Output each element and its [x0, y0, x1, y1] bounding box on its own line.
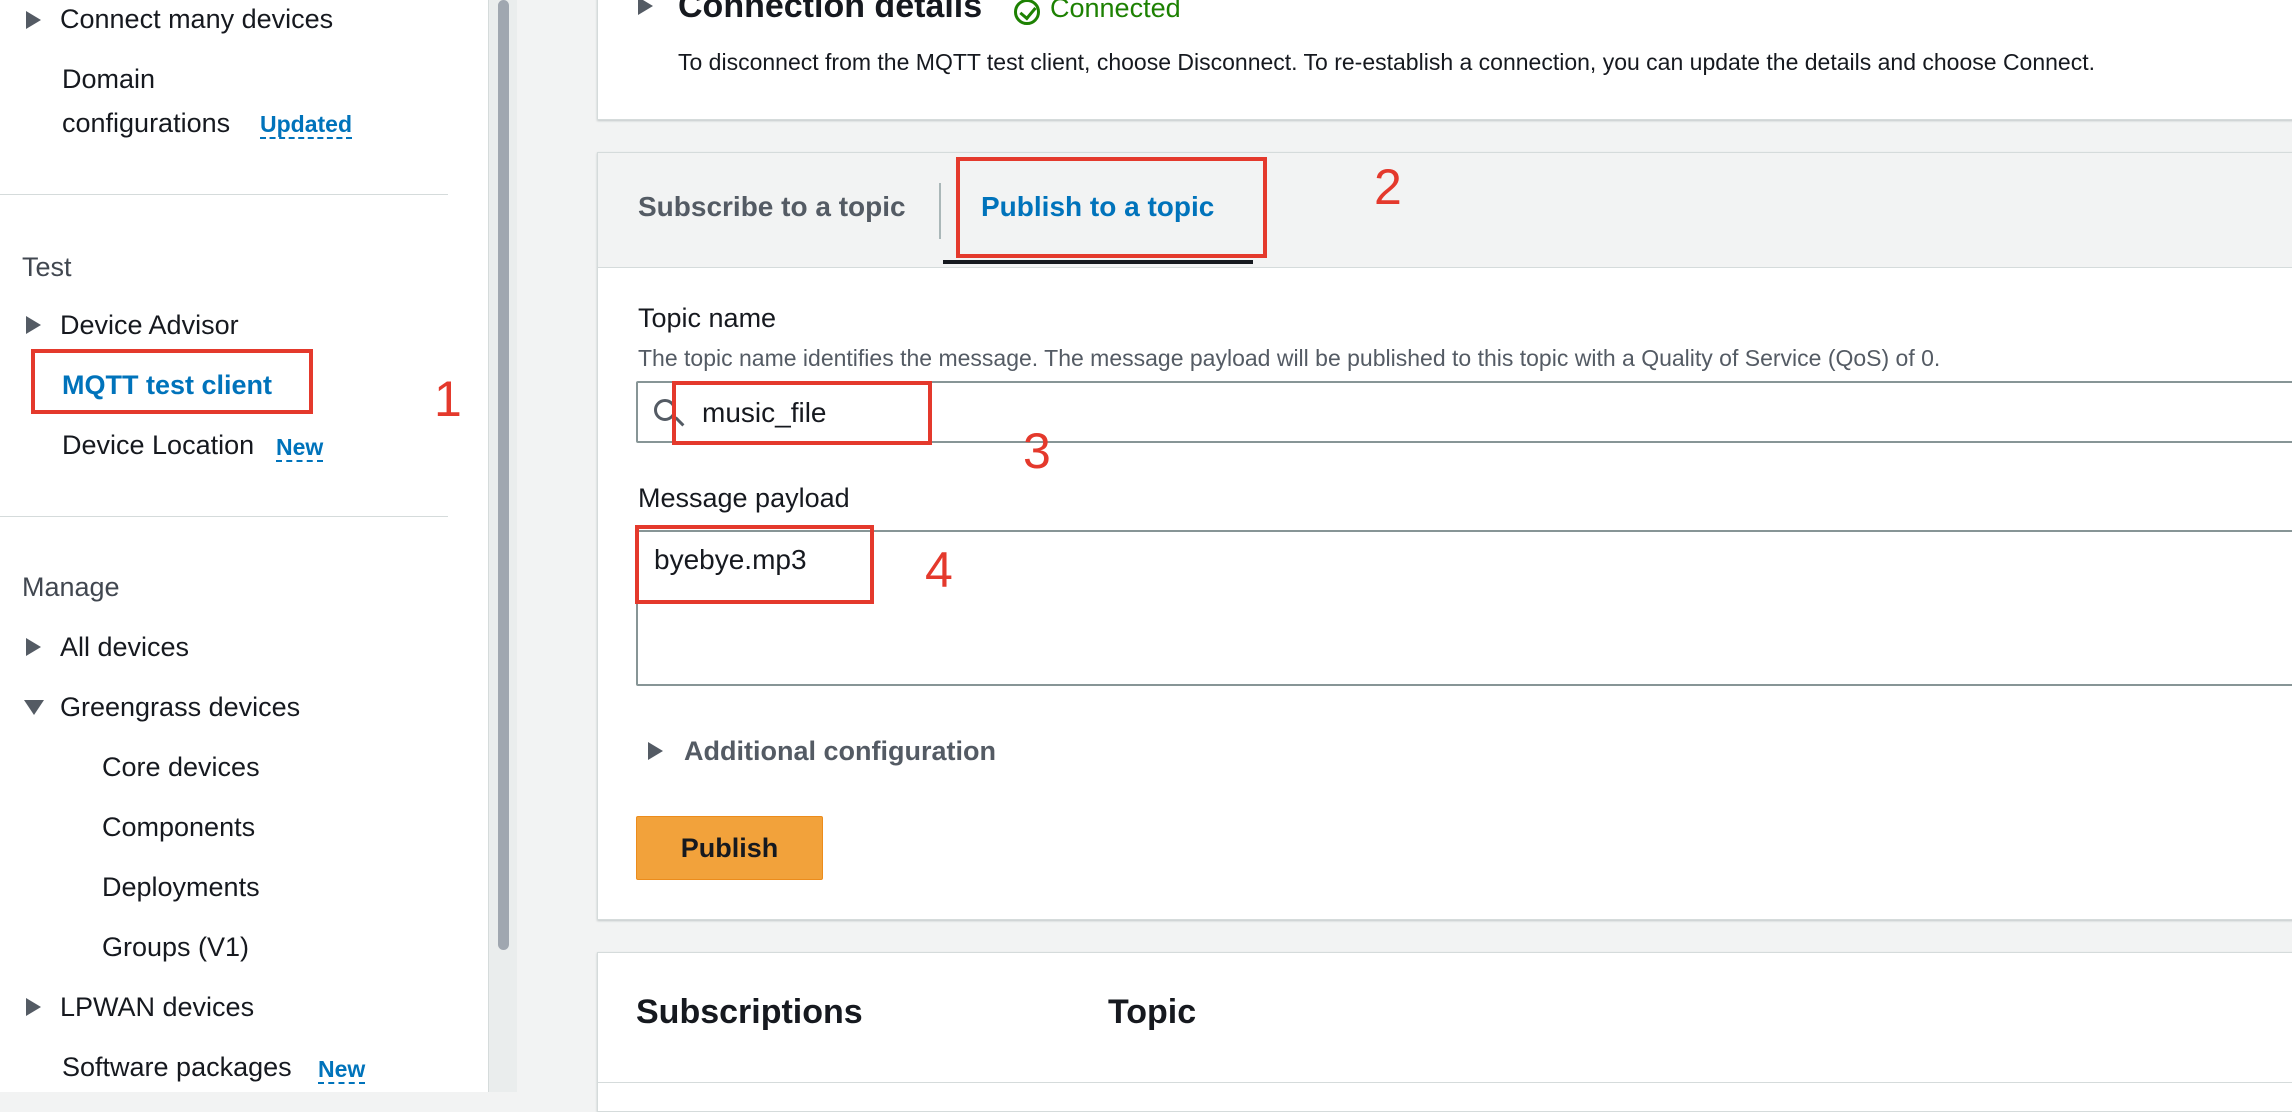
connection-status: Connected	[1050, 0, 1181, 23]
updated-badge[interactable]: Updated	[260, 111, 352, 140]
annotation-number-3: 3	[1023, 423, 1051, 479]
nav-device-advisor[interactable]: Device Advisor	[60, 310, 239, 341]
tab-bar: Subscribe to a topic Publish to a topic	[598, 153, 2292, 268]
subscriptions-divider	[598, 1082, 2292, 1083]
additional-configuration-toggle[interactable]: Additional configuration	[684, 736, 996, 767]
subscriptions-panel: Subscriptions Topic	[597, 952, 2292, 1112]
sidebar-divider	[0, 516, 448, 517]
expand-caret-icon[interactable]	[648, 742, 663, 760]
nav-domain-configurations-line2[interactable]: configurations	[62, 108, 230, 139]
annotation-box-2	[956, 157, 1267, 258]
nav-connect-many-devices[interactable]: Connect many devices	[60, 4, 333, 35]
annotation-number-1: 1	[434, 371, 462, 427]
nav-all-devices[interactable]: All devices	[60, 632, 189, 663]
connection-details-panel: Connection details Connected To disconne…	[597, 0, 2292, 120]
sidebar-scrollbar[interactable]	[488, 0, 517, 1092]
annotation-number-4: 4	[925, 542, 953, 598]
new-badge[interactable]: New	[318, 1056, 366, 1085]
topic-column-header: Topic	[1108, 993, 1197, 1031]
collapse-caret-icon[interactable]	[24, 700, 44, 715]
expand-caret-icon[interactable]	[26, 11, 41, 29]
sidebar: Connect many devices Domain configuratio…	[0, 0, 488, 1092]
message-payload-textarea[interactable]: byebye.mp3	[636, 530, 2292, 686]
expand-caret-icon[interactable]	[26, 638, 41, 656]
expand-caret-icon[interactable]	[638, 0, 653, 15]
expand-caret-icon[interactable]	[26, 998, 41, 1016]
nav-deployments[interactable]: Deployments	[102, 872, 260, 903]
tab-subscribe[interactable]: Subscribe to a topic	[638, 191, 906, 223]
connection-details-title[interactable]: Connection details	[678, 0, 982, 26]
section-test-title: Test	[22, 252, 72, 282]
tab-separator	[939, 183, 941, 239]
nav-groups-v1[interactable]: Groups (V1)	[102, 932, 249, 963]
topic-name-help: The topic name identifies the message. T…	[638, 345, 1941, 371]
nav-software-packages[interactable]: Software packages	[62, 1052, 292, 1083]
publish-button[interactable]: Publish	[636, 816, 823, 880]
check-circle-icon	[1014, 0, 1040, 25]
annotation-box-4	[635, 525, 874, 604]
subscriptions-title: Subscriptions	[636, 993, 863, 1031]
sidebar-divider	[0, 194, 448, 195]
nav-device-location[interactable]: Device Location	[62, 430, 254, 461]
section-manage-title: Manage	[22, 572, 120, 602]
nav-domain-configurations-line1[interactable]: Domain	[62, 64, 155, 95]
nav-components[interactable]: Components	[102, 812, 255, 843]
new-badge[interactable]: New	[276, 434, 324, 463]
annotation-box-1	[31, 349, 313, 414]
topic-name-label: Topic name	[638, 303, 777, 333]
message-payload-label: Message payload	[638, 483, 850, 513]
nav-greengrass-devices[interactable]: Greengrass devices	[60, 692, 300, 723]
main-content: Connection details Connected To disconne…	[517, 0, 2292, 1112]
nav-core-devices[interactable]: Core devices	[102, 752, 260, 783]
scrollbar-thumb[interactable]	[498, 0, 509, 950]
nav-lpwan-devices[interactable]: LPWAN devices	[60, 992, 254, 1023]
active-tab-underline	[943, 260, 1253, 264]
annotation-number-2: 2	[1374, 159, 1402, 215]
annotation-box-3	[672, 381, 932, 445]
expand-caret-icon[interactable]	[26, 316, 41, 334]
connection-description: To disconnect from the MQTT test client,…	[678, 49, 2096, 75]
